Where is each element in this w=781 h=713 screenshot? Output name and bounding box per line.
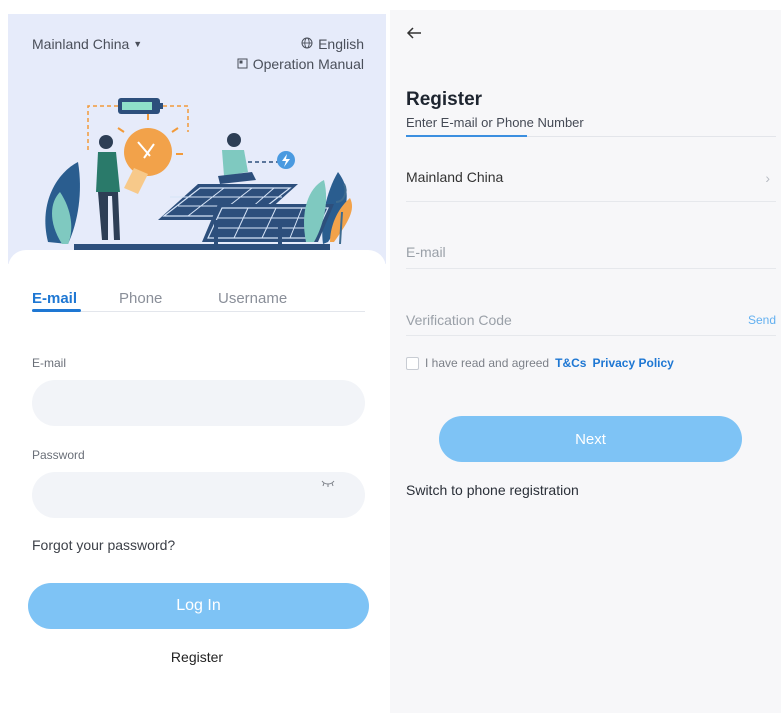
language-selector[interactable]: English <box>301 36 364 52</box>
password-label: Password <box>32 448 85 462</box>
login-button[interactable]: Log In <box>28 583 369 629</box>
login-screen: Mainland China ▼ English Operation Manua… <box>8 14 386 706</box>
hero-banner: Mainland China ▼ English Operation Manua… <box>8 14 386 264</box>
eye-closed-icon[interactable] <box>321 478 335 490</box>
region-label: Mainland China <box>32 36 130 52</box>
agree-text: I have read and agreed <box>425 356 550 370</box>
globe-icon <box>301 36 313 52</box>
operation-manual-link[interactable]: Operation Manual <box>237 56 364 72</box>
email-label: E-mail <box>32 356 67 370</box>
switch-to-phone-link[interactable]: Switch to phone registration <box>406 482 579 498</box>
verification-code-field[interactable] <box>406 312 706 328</box>
next-button[interactable]: Next <box>439 416 742 462</box>
forgot-password-link[interactable]: Forgot your password? <box>32 537 175 553</box>
subtitle-accent <box>406 135 527 137</box>
privacy-policy-link[interactable]: Privacy Policy <box>592 356 673 370</box>
send-code-button[interactable]: Send <box>748 313 776 327</box>
register-screen: Register Enter E-mail or Phone Number Ma… <box>390 10 781 713</box>
email-field[interactable] <box>406 244 706 260</box>
book-icon <box>237 56 248 72</box>
active-tab-indicator <box>32 309 81 312</box>
region-selector[interactable]: Mainland China ▼ <box>32 36 142 52</box>
terms-agreement: I have read and agreed T&Cs Privacy Poli… <box>406 356 674 370</box>
verification-code-row: Send <box>406 304 776 336</box>
email-field[interactable] <box>32 380 365 426</box>
tab-email[interactable]: E-mail <box>32 290 77 307</box>
page-title: Register <box>406 89 483 110</box>
region-label: Mainland China <box>406 169 504 185</box>
password-field[interactable] <box>32 472 365 518</box>
manual-label: Operation Manual <box>252 56 364 72</box>
chevron-right-icon: › <box>765 170 770 186</box>
region-selector[interactable]: Mainland China › <box>406 162 776 202</box>
solar-energy-illustration <box>45 98 353 252</box>
page-subtitle: Enter E-mail or Phone Number <box>406 115 584 130</box>
tab-phone[interactable]: Phone <box>119 290 162 307</box>
terms-link[interactable]: T&Cs <box>555 356 586 370</box>
email-row <box>406 236 776 269</box>
agree-checkbox[interactable] <box>406 356 419 370</box>
login-card: E-mail Phone Username E-mail Password Fo… <box>8 250 386 706</box>
login-tabs: E-mail Phone Username <box>32 276 365 312</box>
register-link[interactable]: Register <box>8 649 386 665</box>
tab-username[interactable]: Username <box>218 290 287 307</box>
arrow-left-icon[interactable] <box>406 24 422 45</box>
language-label: English <box>318 36 364 52</box>
caret-down-icon: ▼ <box>133 39 143 49</box>
